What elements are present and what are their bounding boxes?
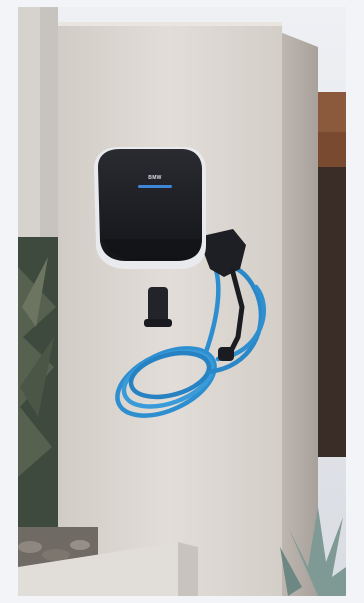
- brand-label: BMW: [148, 175, 161, 181]
- charger-icon: BMW: [94, 147, 206, 269]
- foliage-left: [18, 237, 58, 537]
- left-post: [18, 7, 40, 257]
- image-frame: BMW: [0, 0, 364, 603]
- pillar-side: [280, 32, 318, 596]
- holster-icon: [144, 287, 172, 327]
- left-post-shadow: [40, 7, 58, 257]
- photo: BMW: [18, 7, 346, 596]
- pillar-face: [58, 22, 282, 596]
- dark-doorway: [314, 167, 346, 457]
- low-wall-side: [178, 542, 198, 596]
- pillar-top-edge: [58, 22, 282, 26]
- photo-scene: BMW: [18, 7, 346, 596]
